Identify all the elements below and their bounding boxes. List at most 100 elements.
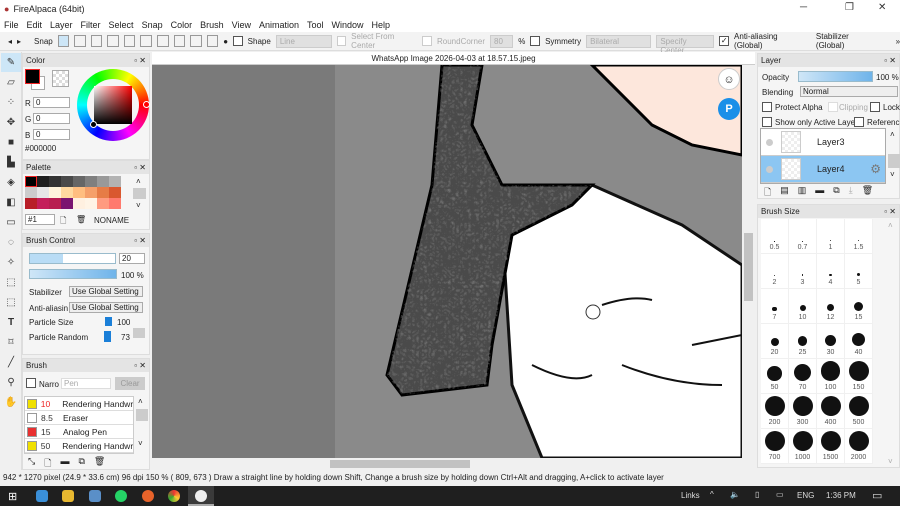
brush-size-option[interactable]: 0.7 [789, 219, 817, 254]
layer-folder-icon[interactable]: ▬ [815, 185, 824, 201]
antialias-select[interactable]: Use Global Setting [69, 302, 143, 313]
b-input[interactable]: 0 [33, 129, 70, 140]
hand-tool-icon[interactable]: ✋ [1, 393, 21, 412]
bucket-tool-icon[interactable]: ▙ [1, 153, 21, 172]
clock[interactable]: 1:36 PM [826, 491, 856, 500]
snap-curve-icon[interactable] [157, 35, 169, 47]
brush-size-option[interactable]: 50 [761, 359, 789, 394]
magic-wand-tool-icon[interactable]: ✧ [1, 253, 21, 272]
panel-close-icon[interactable]: ▫ ✕ [134, 56, 146, 65]
panel-close-icon[interactable]: ▫ ✕ [134, 163, 146, 172]
notifications-icon[interactable]: ▭ [872, 489, 882, 502]
brush-size-option[interactable]: 100 [817, 359, 845, 394]
clear-button[interactable]: Clear [115, 377, 145, 390]
brush-size-option[interactable]: 2000 [845, 429, 873, 464]
snap-circle-icon[interactable] [140, 35, 152, 47]
panel-close-icon[interactable]: ▫ ✕ [884, 207, 896, 216]
palette-swatch[interactable] [85, 187, 97, 198]
windows-start-icon[interactable]: ⊞ [8, 490, 17, 503]
specify-center-button[interactable]: Specify Center [656, 34, 715, 55]
brush-size-option[interactable]: 7 [761, 289, 789, 324]
particle-size-slider[interactable] [105, 317, 112, 326]
drawing-canvas[interactable]: ☺ P [152, 65, 742, 458]
brush-list-item[interactable]: 15 Analog Pen [25, 425, 133, 439]
panel-close-icon[interactable]: ▫ ✕ [884, 56, 896, 65]
brush-control-scrollbar[interactable] [133, 328, 145, 338]
fill-rect-tool-icon[interactable]: ■ [1, 133, 21, 152]
snap-ruler-icon[interactable] [206, 35, 219, 47]
brush-size-option[interactable]: 25 [789, 324, 817, 359]
palette-swatch[interactable] [37, 176, 49, 187]
show-active-checkbox[interactable] [762, 117, 772, 127]
layer-row[interactable]: Layer3 [761, 129, 885, 156]
brush-list-item[interactable]: 8.5 Eraser [25, 411, 133, 425]
brush-size-option[interactable]: 700 [761, 429, 789, 464]
move-tool-icon[interactable]: ✥ [1, 113, 21, 132]
whatsapp-icon[interactable] [115, 490, 127, 502]
menu-tool[interactable]: Tool [307, 20, 324, 30]
transparent-color-swatch[interactable] [52, 70, 69, 87]
brush-size-option[interactable]: 1000 [789, 429, 817, 464]
palette-swatch[interactable] [61, 198, 73, 209]
delete-palette-icon[interactable]: 🗑 [76, 215, 86, 224]
palette-swatch[interactable] [109, 187, 121, 198]
symmetry-select[interactable]: Bilateral [586, 34, 652, 48]
menu-view[interactable]: View [232, 20, 251, 30]
panel-close-icon[interactable]: ▫ ✕ [134, 361, 146, 370]
snap-parallel-icon[interactable] [74, 35, 86, 47]
language-indicator[interactable]: ENG [797, 491, 814, 500]
operation-tool-icon[interactable]: ⌑ [1, 333, 21, 352]
brush-size-option[interactable]: 2 [761, 254, 789, 289]
prev-icon[interactable]: ◂ [8, 37, 12, 46]
menu-filter[interactable]: Filter [81, 20, 101, 30]
shape-select[interactable]: Line [275, 34, 332, 48]
select-tool-icon[interactable]: ▭ [1, 213, 21, 232]
palette-swatch[interactable] [61, 176, 73, 187]
pen-mode-icon[interactable]: P [718, 98, 740, 120]
palette-swatch[interactable] [73, 187, 85, 198]
menu-animation[interactable]: Animation [259, 20, 299, 30]
stabilizer-select[interactable]: Use Global Setting [69, 286, 143, 297]
narrow-checkbox[interactable] [26, 378, 36, 388]
brush-size-option[interactable]: 70 [789, 359, 817, 394]
palette-swatch[interactable] [97, 198, 109, 209]
snap-off-icon[interactable] [57, 35, 70, 47]
brush-size-option[interactable]: 200 [761, 394, 789, 429]
palette-swatch[interactable] [109, 176, 121, 187]
palette-swatch[interactable] [97, 176, 109, 187]
scroll-down-icon[interactable]: ˅ [138, 439, 143, 448]
vertical-scrollbar[interactable] [742, 65, 755, 458]
select-pen-tool-icon[interactable]: ⬚ [1, 273, 21, 292]
divide-tool-icon[interactable]: ╱ [1, 353, 21, 372]
menu-snap[interactable]: Snap [142, 20, 163, 30]
snap-vanish-icon[interactable] [107, 35, 119, 47]
maximize-icon[interactable]: ❐ [845, 2, 854, 13]
eyedropper-tool-icon[interactable]: ⚲ [1, 373, 21, 392]
palette-swatch[interactable] [49, 187, 61, 198]
palette-swatch[interactable] [85, 176, 97, 187]
brush-size-option[interactable]: 1 [817, 219, 845, 254]
device-icon[interactable]: ▯ [755, 490, 759, 499]
palette-swatch[interactable] [37, 187, 49, 198]
menu-color[interactable]: Color [171, 20, 193, 30]
firealpaca-taskbar-button[interactable] [188, 486, 214, 506]
brush-size-option[interactable]: 5 [845, 254, 873, 289]
scroll-up-icon[interactable]: ˄ [136, 177, 141, 186]
tray-chevron-icon[interactable]: ^ [710, 490, 714, 499]
brush-size-option[interactable]: 12 [817, 289, 845, 324]
lock-checkbox[interactable] [870, 102, 880, 112]
close-icon[interactable]: ✕ [878, 2, 886, 13]
palette-swatch[interactable] [85, 198, 97, 209]
snap-dot-icon[interactable]: ● [223, 37, 228, 46]
brush-size-option[interactable]: 300 [789, 394, 817, 429]
palette-swatch[interactable] [49, 176, 61, 187]
fill-tool-icon[interactable]: ◈ [1, 173, 21, 192]
snap-radial-icon[interactable] [123, 35, 136, 47]
symmetry-checkbox[interactable] [530, 36, 541, 46]
scroll-up-icon[interactable]: ˄ [890, 130, 895, 139]
merge-down-icon[interactable]: ⤓ [849, 185, 853, 201]
palette-swatch[interactable] [25, 187, 37, 198]
clipping-checkbox[interactable] [828, 102, 838, 112]
menu-edit[interactable]: Edit [27, 20, 43, 30]
new-layer-icon[interactable]: 🗋 [764, 185, 771, 201]
